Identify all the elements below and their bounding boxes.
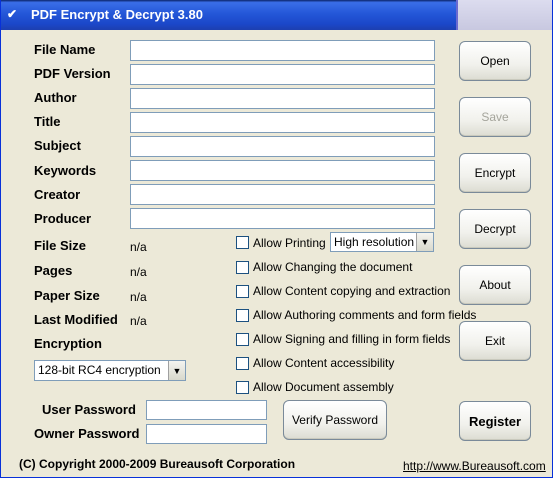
allow-copying-checkbox[interactable] <box>236 285 249 298</box>
keywords-label: Keywords <box>34 163 97 178</box>
website-link[interactable]: http://www.Bureausoft.com <box>403 459 546 473</box>
save-button[interactable]: Save <box>459 97 531 137</box>
keywords-field[interactable] <box>130 160 435 181</box>
app-icon: ✔ <box>7 7 18 21</box>
user-password-label: User Password <box>42 402 136 417</box>
title-bar[interactable]: ✔ PDF Encrypt & Decrypt 3.80 <box>1 0 552 30</box>
user-password-field[interactable] <box>146 400 267 420</box>
creator-field[interactable] <box>130 184 435 205</box>
owner-password-label: Owner Password <box>34 426 140 441</box>
allow-authoring-label: Allow Authoring comments and form fields <box>253 308 477 322</box>
allow-printing-checkbox[interactable] <box>236 236 249 249</box>
allow-assembly-checkbox[interactable] <box>236 381 249 394</box>
encryption-select[interactable]: 128-bit RC4 encryption ▼ <box>34 360 186 381</box>
owner-password-field[interactable] <box>146 424 267 444</box>
allow-signing-checkbox[interactable] <box>236 333 249 346</box>
copyright-text: (C) Copyright 2000-2009 Bureausoft Corpo… <box>19 457 296 471</box>
chevron-down-icon[interactable]: ▼ <box>416 233 433 251</box>
pdf-version-label: PDF Version <box>34 66 111 81</box>
paper-size-label: Paper Size <box>34 288 100 303</box>
allow-authoring-checkbox[interactable] <box>236 309 249 322</box>
encryption-selected: 128-bit RC4 encryption <box>38 363 161 377</box>
creator-label: Creator <box>34 187 81 202</box>
allow-changing-checkbox[interactable] <box>236 261 249 274</box>
paper-size-value: n/a <box>130 290 147 304</box>
print-quality-select[interactable]: High resolution ▼ <box>330 232 434 252</box>
allow-accessibility-label: Allow Content accessibility <box>253 356 395 370</box>
file-size-value: n/a <box>130 240 147 254</box>
window-title: PDF Encrypt & Decrypt 3.80 <box>31 7 203 22</box>
allow-printing-label: Allow Printing <box>253 236 326 250</box>
title-field[interactable] <box>130 112 435 133</box>
chevron-down-icon[interactable]: ▼ <box>168 361 185 380</box>
title-bar-right <box>456 0 552 30</box>
title-label: Title <box>34 114 61 129</box>
file-name-field[interactable] <box>130 40 435 61</box>
producer-label: Producer <box>34 211 92 226</box>
verify-password-button[interactable]: Verify Password <box>283 400 387 440</box>
encrypt-button[interactable]: Encrypt <box>459 153 531 193</box>
open-button[interactable]: Open <box>459 41 531 81</box>
allow-accessibility-checkbox[interactable] <box>236 357 249 370</box>
file-name-label: File Name <box>34 42 96 57</box>
print-quality-selected: High resolution <box>334 235 415 249</box>
allow-copying-label: Allow Content copying and extraction <box>253 284 451 298</box>
exit-button[interactable]: Exit <box>459 321 531 361</box>
subject-label: Subject <box>34 138 81 153</box>
allow-assembly-label: Allow Document assembly <box>253 380 394 394</box>
last-modified-label: Last Modified <box>34 312 118 327</box>
encryption-label: Encryption <box>34 336 102 351</box>
pages-value: n/a <box>130 265 147 279</box>
app-window: ✔ PDF Encrypt & Decrypt 3.80 File Name P… <box>0 0 553 478</box>
decrypt-button[interactable]: Decrypt <box>459 209 531 249</box>
register-button[interactable]: Register <box>459 401 531 441</box>
about-button[interactable]: About <box>459 265 531 305</box>
producer-field[interactable] <box>130 208 435 229</box>
pdf-version-field[interactable] <box>130 64 435 85</box>
author-label: Author <box>34 90 77 105</box>
last-modified-value: n/a <box>130 314 147 328</box>
allow-signing-label: Allow Signing and filling in form fields <box>253 332 451 346</box>
subject-field[interactable] <box>130 136 435 157</box>
pages-label: Pages <box>34 263 73 278</box>
file-size-label: File Size <box>34 238 87 253</box>
author-field[interactable] <box>130 88 435 109</box>
allow-changing-label: Allow Changing the document <box>253 260 413 274</box>
